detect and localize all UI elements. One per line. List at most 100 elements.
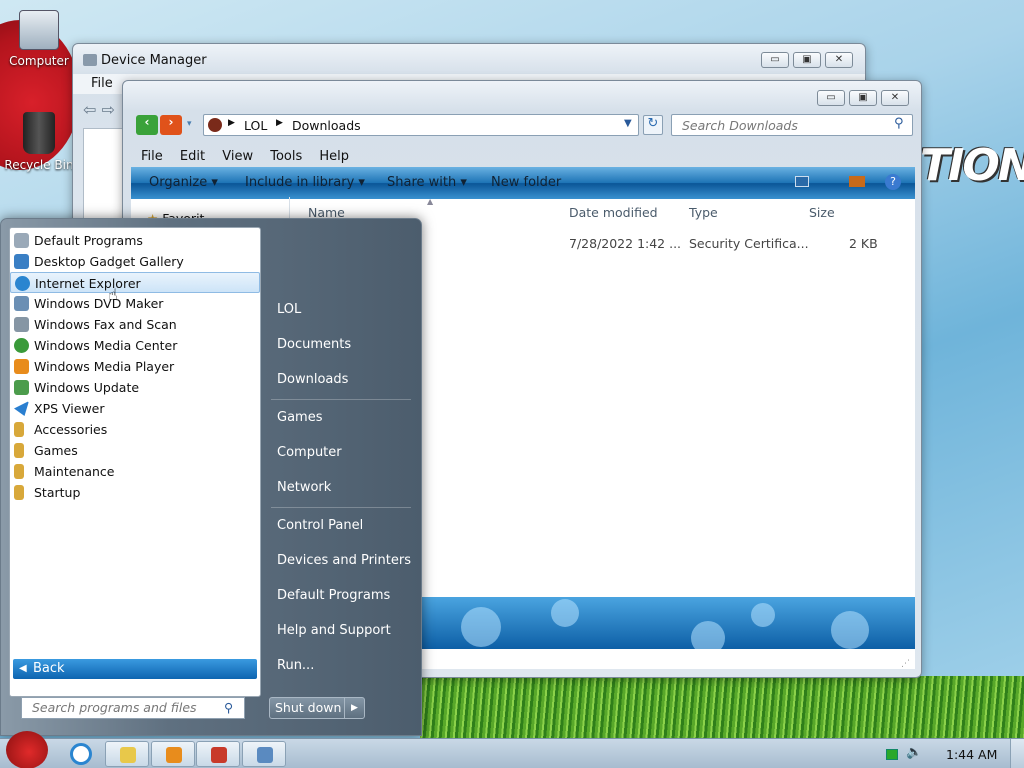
folder-icon <box>120 747 136 763</box>
folder-startup[interactable]: Startup <box>10 482 260 503</box>
media-center-icon <box>14 338 29 353</box>
close-button[interactable]: ✕ <box>881 90 909 106</box>
minimize-button[interactable]: ▭ <box>761 52 789 68</box>
start-link-computer[interactable]: Computer <box>277 445 342 460</box>
start-link-help-and-support[interactable]: Help and Support <box>277 623 391 638</box>
refresh-icon[interactable]: ↻ <box>643 115 663 135</box>
show-desktop-button[interactable] <box>1010 739 1024 768</box>
taskbar-toolbox[interactable] <box>196 741 240 767</box>
search-downloads-input[interactable]: Search Downloads ⚲ <box>671 114 913 136</box>
back-arrow-icon: ◀ <box>19 663 27 674</box>
desktop-icon-label: Recycle Bin <box>4 158 74 172</box>
clock[interactable]: 1:44 AM <box>946 747 997 762</box>
breadcrumb-downloads[interactable]: Downloads <box>292 118 361 133</box>
start-button[interactable] <box>6 731 48 768</box>
media-player-icon <box>166 747 182 763</box>
minimize-button[interactable]: ▭ <box>817 90 845 106</box>
start-link-lol[interactable]: LOL <box>277 302 301 317</box>
program-desktop-gadget-gallery[interactable]: Desktop Gadget Gallery <box>10 251 260 272</box>
resize-grip-icon[interactable]: ⋰ <box>901 659 910 669</box>
start-link-run[interactable]: Run... <box>277 658 314 673</box>
network-icon[interactable] <box>886 749 898 760</box>
taskbar-media-player[interactable] <box>151 741 195 767</box>
start-link-devices-and-printers[interactable]: Devices and Printers <box>277 553 411 568</box>
forward-button[interactable]: › <box>160 115 182 135</box>
program-windows-fax-and-scan[interactable]: Windows Fax and Scan <box>10 314 260 335</box>
program-xps-viewer[interactable]: XPS Viewer <box>10 398 260 419</box>
preview-pane-icon[interactable] <box>849 176 865 187</box>
menu-file[interactable]: File <box>91 76 113 91</box>
toolbox-icon <box>211 747 227 763</box>
program-default-programs[interactable]: Default Programs <box>10 230 260 251</box>
taskbar-explorer[interactable] <box>105 741 149 767</box>
windows-update-icon <box>14 380 29 395</box>
shut-down-button[interactable]: Shut down ▶ <box>269 697 365 719</box>
change-view-icon[interactable] <box>795 176 809 187</box>
back-button[interactable]: ‹ <box>136 115 158 135</box>
search-programs-input[interactable]: Search programs and files ⚲ <box>21 697 245 719</box>
back-arrow-icon[interactable]: ⇦ ⇨ <box>83 100 115 119</box>
include-in-library-button[interactable]: Include in library ▾ <box>245 175 365 190</box>
program-windows-media-player[interactable]: Windows Media Player <box>10 356 260 377</box>
menu-help[interactable]: Help <box>319 149 349 164</box>
breadcrumb-separator-icon: ▶ <box>228 118 235 128</box>
address-bar[interactable]: ▶ LOL ▶ Downloads ▼ <box>203 114 639 136</box>
sort-arrow-icon: ▲ <box>427 197 434 206</box>
window-title: Device Manager <box>101 53 207 68</box>
back-button[interactable]: ◀ Back <box>13 659 257 679</box>
column-type[interactable]: Type <box>689 205 718 220</box>
new-folder-button[interactable]: New folder <box>491 175 561 190</box>
taskbar: 🔈 1:44 AM <box>0 731 1024 768</box>
search-icon[interactable]: ⚲ <box>894 116 904 131</box>
column-date-modified[interactable]: Date modified <box>569 205 658 220</box>
volume-icon[interactable]: 🔈 <box>906 745 922 760</box>
start-link-downloads[interactable]: Downloads <box>277 372 348 387</box>
folder-games[interactable]: Games <box>10 440 260 461</box>
maximize-button[interactable]: ▣ <box>793 52 821 68</box>
start-link-network[interactable]: Network <box>277 480 331 495</box>
close-button[interactable]: ✕ <box>825 52 853 68</box>
dvd-maker-icon <box>14 296 29 311</box>
shut-down-options-arrow-icon[interactable]: ▶ <box>344 698 364 718</box>
search-placeholder: Search Downloads <box>682 118 798 133</box>
desktop-icon-computer[interactable]: Computer <box>4 10 74 68</box>
start-link-documents[interactable]: Documents <box>277 337 351 352</box>
separator <box>271 507 411 508</box>
program-windows-media-center[interactable]: Windows Media Center <box>10 335 260 356</box>
folder-bug-icon <box>208 118 222 132</box>
start-link-default-programs[interactable]: Default Programs <box>277 588 390 603</box>
wallpaper-banner-text: TION <box>920 140 1024 191</box>
start-link-games[interactable]: Games <box>277 410 322 425</box>
share-with-button[interactable]: Share with ▾ <box>387 175 467 190</box>
separator <box>271 399 411 400</box>
xps-viewer-icon <box>14 401 29 416</box>
start-link-control-panel[interactable]: Control Panel <box>277 518 363 533</box>
taskbar-device-manager[interactable] <box>242 741 286 767</box>
menu-edit[interactable]: Edit <box>180 149 205 164</box>
command-toolbar: Organize ▾ Include in library ▾ Share wi… <box>131 167 915 199</box>
search-icon[interactable]: ⚲ <box>224 698 233 718</box>
folder-accessories[interactable]: Accessories <box>10 419 260 440</box>
menu-view[interactable]: View <box>222 149 253 164</box>
program-windows-update[interactable]: Windows Update <box>10 377 260 398</box>
recent-pages-dropdown-icon[interactable]: ▾ <box>187 119 192 129</box>
fax-scan-icon <box>14 317 29 332</box>
program-windows-dvd-maker[interactable]: Windows DVD Maker <box>10 293 260 314</box>
menu-file[interactable]: File <box>141 149 163 164</box>
recycle-bin-icon <box>23 112 55 154</box>
help-icon[interactable]: ? <box>885 174 901 190</box>
programs-list: Default Programs Desktop Gadget Gallery … <box>9 227 261 697</box>
program-internet-explorer[interactable]: Internet Explorer <box>10 272 260 293</box>
default-programs-icon <box>14 233 29 248</box>
column-size[interactable]: Size <box>809 205 835 220</box>
internet-explorer-icon[interactable] <box>70 743 92 765</box>
desktop-icon-recycle-bin[interactable]: Recycle Bin <box>4 112 74 172</box>
table-row[interactable]: 7/28/2022 1:42 ... Security Certifica...… <box>423 235 903 253</box>
organize-button[interactable]: Organize ▾ <box>149 175 218 190</box>
menu-tools[interactable]: Tools <box>270 149 302 164</box>
address-dropdown-icon[interactable]: ▼ <box>624 118 632 129</box>
folder-maintenance[interactable]: Maintenance <box>10 461 260 482</box>
maximize-button[interactable]: ▣ <box>849 90 877 106</box>
file-date: 7/28/2022 1:42 ... <box>569 236 682 251</box>
breadcrumb-lol[interactable]: LOL <box>244 118 267 133</box>
